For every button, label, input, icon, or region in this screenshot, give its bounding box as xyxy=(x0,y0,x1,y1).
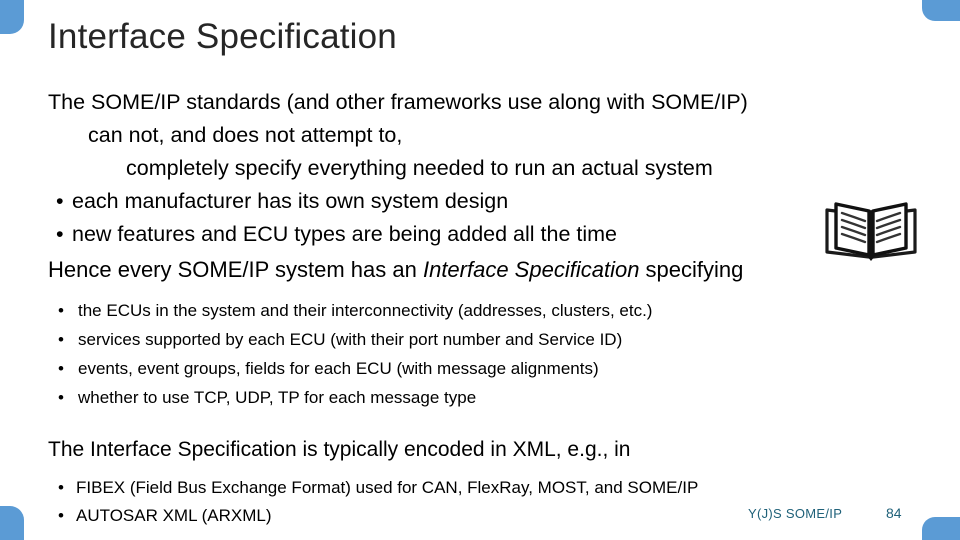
list-item: • services supported by each ECU (with th… xyxy=(48,325,912,354)
intro-line-3: completely specify everything needed to … xyxy=(126,156,713,180)
list-item: • the ECUs in the system and their interc… xyxy=(48,296,912,325)
hence-statement: Hence every SOME/IP system has an Interf… xyxy=(48,253,912,286)
bullet-marker: • xyxy=(56,222,64,246)
list-item: • events, event groups, fields for each E… xyxy=(48,354,912,383)
corner-decoration-bottom-left xyxy=(0,506,24,540)
hence-suffix: specifying xyxy=(639,257,744,282)
intro-line-2: can not, and does not attempt to, xyxy=(88,123,403,147)
list-item-label: each manufacturer has its own system des… xyxy=(72,189,509,213)
hence-prefix: Hence every SOME/IP system has an xyxy=(48,257,423,282)
list-item-label: whether to use TCP, UDP, TP for each mes… xyxy=(78,388,477,407)
list-item-label: services supported by each ECU (with the… xyxy=(78,330,623,349)
corner-decoration-top-left xyxy=(0,0,24,34)
hence-emphasis: Interface Specification xyxy=(422,257,640,282)
bullet-marker: • xyxy=(58,330,64,349)
list-item-label: the ECUs in the system and their interco… xyxy=(78,301,653,320)
list-item-label: AUTOSAR XML (ARXML) xyxy=(76,506,272,525)
bullet-marker: • xyxy=(58,506,64,525)
list-item-label: events, event groups, fields for each EC… xyxy=(78,359,599,378)
list-item-label: new features and ECU types are being add… xyxy=(72,222,617,246)
format-bullet-list: • FIBEX (Field Bus Exchange Format) used … xyxy=(48,474,912,530)
corner-decoration-bottom-right xyxy=(922,517,960,540)
bullet-marker: • xyxy=(56,189,64,213)
spec-bullet-list: • the ECUs in the system and their interc… xyxy=(48,296,912,412)
footer-label: Y(J)S SOME/IP xyxy=(748,506,843,521)
bullet-marker: • xyxy=(58,301,64,320)
page-number: 84 xyxy=(886,505,902,521)
slide-body: The SOME/IP standards (and other framewo… xyxy=(48,86,912,530)
corner-decoration-top-right xyxy=(922,0,960,21)
slide: Interface Specification The SOME/IP stan… xyxy=(0,0,960,540)
list-item: • whether to use TCP, UDP, TP for each me… xyxy=(48,383,912,412)
list-item: • new features and ECU types are being ad… xyxy=(48,218,912,251)
closing-statement: The Interface Specification is typically… xyxy=(48,438,631,461)
open-book-icon xyxy=(823,200,919,262)
list-item: • each manufacturer has its own system de… xyxy=(48,185,912,218)
list-item: • FIBEX (Field Bus Exchange Format) used … xyxy=(48,474,912,502)
page-title: Interface Specification xyxy=(48,17,397,56)
bullet-marker: • xyxy=(58,359,64,378)
bullet-marker: • xyxy=(58,478,64,497)
list-item-label: FIBEX (Field Bus Exchange Format) used f… xyxy=(76,478,699,497)
bullet-marker: • xyxy=(58,388,64,407)
intro-line-1: The SOME/IP standards (and other framewo… xyxy=(48,90,748,114)
